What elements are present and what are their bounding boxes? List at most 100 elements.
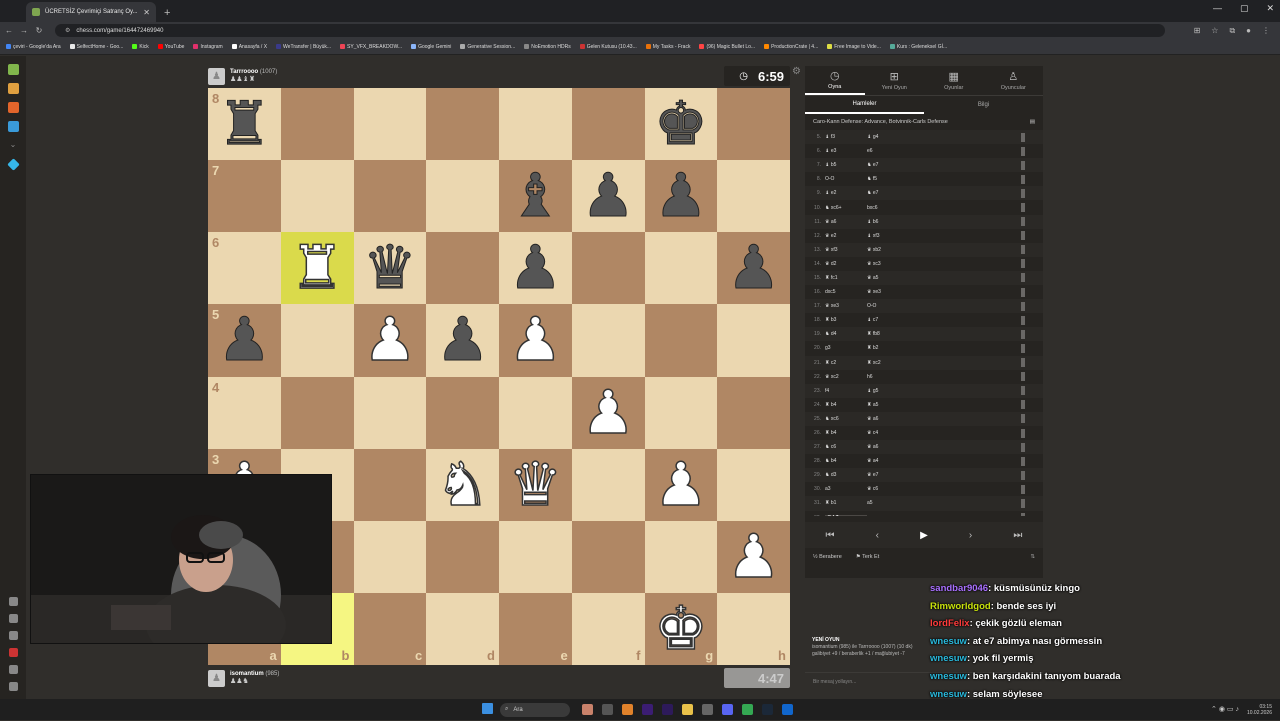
square-a5[interactable]: 5 ♟ bbox=[208, 304, 281, 377]
square-c3[interactable] bbox=[353, 448, 427, 521]
black-move[interactable]: ♝ b6 bbox=[867, 219, 987, 225]
close-tab-icon[interactable]: ✕ bbox=[143, 8, 150, 17]
white-move[interactable]: ♛ e2 bbox=[825, 233, 867, 239]
square-f2[interactable] bbox=[571, 520, 645, 593]
messages-icon[interactable] bbox=[8, 648, 18, 657]
black-move[interactable]: h6 bbox=[867, 374, 987, 380]
square-e1[interactable]: e bbox=[499, 592, 572, 665]
square-a8[interactable]: 8 ♜ bbox=[208, 88, 281, 161]
square-e5[interactable]: ♟ bbox=[499, 304, 572, 377]
black-move[interactable]: ♞ f5 bbox=[867, 176, 987, 182]
white-move[interactable]: ♝ e2 bbox=[825, 190, 867, 196]
black-queen-icon[interactable]: ♛ bbox=[362, 238, 417, 299]
bookmark-item[interactable]: Google Gemini bbox=[411, 44, 451, 50]
steam-icon[interactable] bbox=[762, 704, 773, 715]
white-move[interactable]: ♝ f3 bbox=[825, 134, 867, 140]
white-move[interactable]: ♜ b3 bbox=[825, 317, 867, 323]
bookmark-item[interactable]: NoEmotion HDRs bbox=[524, 44, 571, 50]
bookmark-item[interactable]: Instagram bbox=[193, 44, 223, 50]
black-move[interactable]: a5 bbox=[867, 500, 987, 506]
top-player-avatar[interactable]: ♟ bbox=[208, 67, 225, 85]
square-c4[interactable] bbox=[353, 376, 427, 449]
tab-moves[interactable]: Hamleler bbox=[805, 96, 924, 114]
install-icon[interactable]: ⊞ bbox=[1194, 26, 1201, 36]
close-window-icon[interactable]: ✕ bbox=[1266, 3, 1274, 14]
new-tab-icon[interactable]: + bbox=[164, 7, 170, 19]
black-move[interactable]: e6 bbox=[867, 148, 987, 154]
file-explorer-icon[interactable] bbox=[682, 704, 693, 715]
black-king-icon[interactable]: ♚ bbox=[653, 94, 708, 155]
square-c1[interactable]: c bbox=[353, 592, 427, 665]
square-d6[interactable] bbox=[426, 232, 499, 305]
play-icon[interactable] bbox=[7, 83, 19, 94]
square-f4[interactable]: ♟ bbox=[571, 376, 645, 449]
square-a7[interactable]: 7 bbox=[208, 160, 281, 233]
square-c7[interactable] bbox=[353, 160, 427, 233]
white-move[interactable]: ♛ xe3 bbox=[825, 303, 867, 309]
square-g4[interactable] bbox=[644, 376, 718, 449]
square-d7[interactable] bbox=[426, 160, 499, 233]
square-g1[interactable]: g ♚ bbox=[644, 592, 718, 665]
back-icon[interactable]: ← bbox=[3, 26, 15, 35]
square-d2[interactable] bbox=[426, 520, 499, 593]
black-move[interactable]: ♛ c6 bbox=[867, 486, 987, 492]
black-move[interactable]: ♛ a5 bbox=[867, 275, 987, 281]
white-move[interactable]: a3 bbox=[825, 486, 867, 492]
square-h5[interactable] bbox=[717, 304, 790, 377]
last-move-icon[interactable]: ⏭ bbox=[1013, 530, 1022, 541]
white-move[interactable]: ♞ d4 bbox=[825, 331, 867, 337]
minimize-icon[interactable]: — bbox=[1213, 3, 1222, 14]
bookmark-item[interactable]: YouTube bbox=[157, 44, 184, 50]
reload-icon[interactable]: ↻ bbox=[33, 26, 45, 35]
square-b8[interactable] bbox=[280, 88, 354, 161]
extensions-icon[interactable]: ⧉ bbox=[1229, 26, 1235, 36]
notifications-icon[interactable] bbox=[8, 665, 18, 674]
clock-date[interactable]: 10.02.2026 bbox=[1247, 710, 1272, 716]
bookmark-item[interactable]: ProductionCrate | 4... bbox=[764, 44, 818, 50]
bookmark-item[interactable]: Kick bbox=[132, 44, 149, 50]
white-rook-icon[interactable]: ♜ bbox=[289, 238, 344, 300]
black-pawn-icon[interactable]: ♟ bbox=[653, 166, 708, 227]
white-move[interactable]: O-O bbox=[825, 176, 867, 182]
tray-icons[interactable]: ⌃ ◉ ▭ ♪ bbox=[1211, 706, 1239, 713]
square-h8[interactable] bbox=[717, 88, 790, 161]
bookmark-item[interactable]: Generative Session... bbox=[460, 44, 515, 50]
white-move[interactable]: ♞ b4 bbox=[825, 458, 867, 464]
learn-icon[interactable] bbox=[7, 121, 19, 132]
tab-info[interactable]: Bilgi bbox=[924, 96, 1043, 114]
url-field[interactable]: ⚙ chess.com/game/164472469940 bbox=[55, 24, 1165, 37]
profile-icon[interactable]: ● bbox=[1246, 26, 1251, 36]
chesscom-logo-icon[interactable] bbox=[7, 64, 19, 75]
browser-tab[interactable]: ÜCRETSİZ Çevrimiçi Satranç Oy... ✕ bbox=[26, 2, 156, 22]
square-f8[interactable] bbox=[571, 88, 645, 161]
bookmark-item[interactable]: SelfectHome - Goo... bbox=[69, 44, 123, 50]
black-pawn-icon[interactable]: ♟ bbox=[435, 310, 490, 371]
square-g8[interactable]: ♚ bbox=[644, 88, 718, 161]
bookmark-item[interactable]: SY_VFX_BREAKDOW... bbox=[340, 44, 402, 50]
white-move[interactable]: ♛ a6 bbox=[825, 219, 867, 225]
square-c2[interactable] bbox=[353, 520, 427, 593]
settings-icon[interactable] bbox=[8, 682, 18, 691]
opening-book-icon[interactable]: ▤ bbox=[1030, 119, 1035, 125]
obs-icon[interactable] bbox=[602, 704, 613, 715]
bookmark-item[interactable]: Kurs : Geleneksel Gİ... bbox=[889, 44, 947, 50]
white-king-icon[interactable]: ♚ bbox=[653, 598, 708, 660]
square-d4[interactable] bbox=[426, 376, 499, 449]
black-move[interactable]: ♞ e7 bbox=[867, 162, 987, 168]
white-move[interactable]: ♞ c6 bbox=[825, 444, 867, 450]
menu-icon[interactable]: ⋮ bbox=[1262, 26, 1270, 36]
square-d3[interactable]: ♞ bbox=[426, 448, 499, 521]
black-bishop-icon[interactable]: ♝ bbox=[508, 166, 563, 227]
site-info-icon[interactable]: ⚙ bbox=[65, 27, 70, 34]
white-move[interactable]: ♜ b6 bbox=[825, 514, 867, 516]
discord-icon[interactable] bbox=[722, 704, 733, 715]
white-move[interactable]: ♜ b4 bbox=[825, 402, 867, 408]
square-g7[interactable]: ♟ bbox=[644, 160, 718, 233]
next-move-icon[interactable]: › bbox=[969, 530, 972, 541]
maximize-icon[interactable]: ▢ bbox=[1240, 3, 1249, 14]
white-move[interactable]: dxc5 bbox=[825, 289, 867, 295]
resign-button[interactable]: ⚑ Terk Et bbox=[856, 554, 879, 560]
bookmark-star-icon[interactable]: ☆ bbox=[1211, 26, 1218, 36]
black-move[interactable]: ♛ xc3 bbox=[867, 261, 987, 267]
white-move[interactable]: ♞ xc6 bbox=[825, 416, 867, 422]
